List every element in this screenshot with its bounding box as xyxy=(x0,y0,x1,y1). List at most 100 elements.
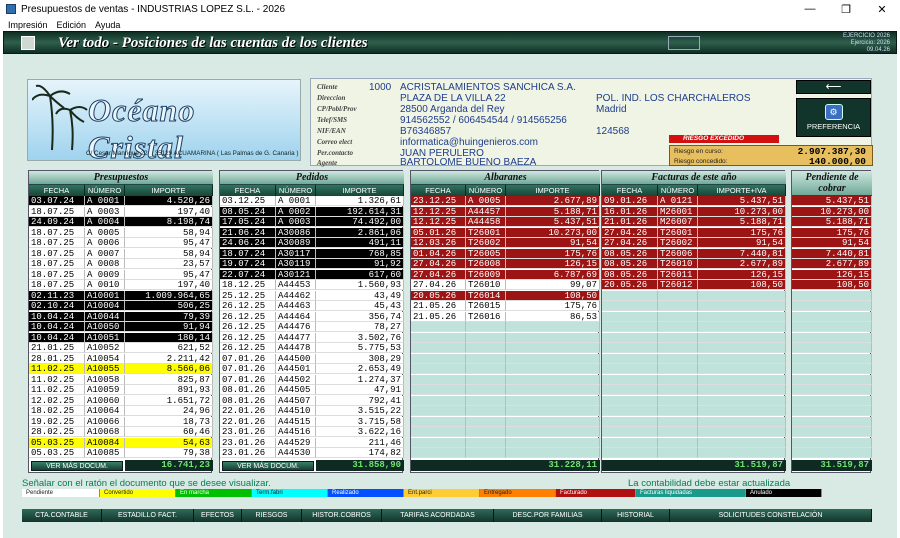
pedidos-cell[interactable]: 07.01.26 xyxy=(220,364,276,374)
pedidos-cell[interactable]: 43,49 xyxy=(316,290,404,301)
facturas-cell[interactable]: 08.05.26 xyxy=(602,248,658,259)
pedidos-cell[interactable]: A44463 xyxy=(276,301,316,311)
presupuestos-cell[interactable]: 11.02.25 xyxy=(29,374,85,385)
pedidos-cell[interactable]: 617,60 xyxy=(316,269,404,280)
facturas-cell[interactable]: 108,50 xyxy=(698,280,786,290)
facturas-cell[interactable]: M26001 xyxy=(658,206,698,217)
btn-desc-por-familias[interactable]: DESC.POR FAMILIAS xyxy=(494,509,602,522)
pedidos-cell[interactable]: 356,74 xyxy=(316,311,404,322)
pedidos-cell[interactable]: A30121 xyxy=(276,269,316,280)
pendiente-cell[interactable]: 91,54 xyxy=(792,238,872,248)
albaranes-cell[interactable]: 175,76 xyxy=(506,248,600,259)
presupuestos-cell[interactable]: A10059 xyxy=(85,385,125,395)
pedidos-cell[interactable]: 26.12.25 xyxy=(220,343,276,353)
albaranes-cell[interactable]: 126,15 xyxy=(506,259,600,269)
presupuestos-cell[interactable]: A10060 xyxy=(85,395,125,406)
pedidos-cell[interactable]: 08.05.24 xyxy=(220,206,276,217)
pedidos-cell[interactable]: 07.01.26 xyxy=(220,374,276,385)
albaranes-cell[interactable]: 05.01.26 xyxy=(411,227,466,238)
presupuestos-cell[interactable]: 03.07.24 xyxy=(29,196,85,206)
presupuestos-cell[interactable]: 28.01.25 xyxy=(29,353,85,364)
presupuestos-cell[interactable]: A 0009 xyxy=(85,269,125,280)
pedidos-cell[interactable]: A30117 xyxy=(276,248,316,259)
facturas-cell[interactable]: T26012 xyxy=(658,280,698,290)
pedidos-cell[interactable]: 19.07.24 xyxy=(220,259,276,269)
presupuestos-cell[interactable]: A10084 xyxy=(85,437,125,448)
client-email[interactable]: informatica@huingenieros.com xyxy=(400,137,538,148)
presupuestos-cell[interactable]: A 0010 xyxy=(85,280,125,290)
presupuestos-cell[interactable]: 28.02.25 xyxy=(29,427,85,437)
btn-historial[interactable]: HISTORIAL xyxy=(602,509,670,522)
presupuestos-cell[interactable]: A10054 xyxy=(85,353,125,364)
presupuestos-cell[interactable]: 1.009.964,65 xyxy=(125,290,213,301)
menu-ayuda[interactable]: Ayuda xyxy=(95,20,120,30)
facturas-cell[interactable]: T26002 xyxy=(658,238,698,248)
pedidos-cell[interactable]: 91,92 xyxy=(316,259,404,269)
albaranes-cell[interactable]: T26009 xyxy=(466,269,506,280)
ver-mas-button[interactable]: VER MÁS DOCUM. xyxy=(222,460,314,471)
pedidos-cell[interactable]: A44462 xyxy=(276,290,316,301)
pendiente-cell[interactable]: 108,50 xyxy=(792,280,872,290)
albaranes-cell[interactable]: 12.12.25 xyxy=(411,206,466,217)
presupuestos-cell[interactable]: 05.03.25 xyxy=(29,448,85,458)
presupuestos-cell[interactable]: 21.01.25 xyxy=(29,343,85,353)
pendiente-cell[interactable]: 10.273,00 xyxy=(792,206,872,217)
presupuestos-cell[interactable]: 180,14 xyxy=(125,332,213,343)
albaranes-cell[interactable]: 12.12.25 xyxy=(411,217,466,227)
presupuestos-cell[interactable]: A10051 xyxy=(85,332,125,343)
pedidos-cell[interactable]: 08.01.26 xyxy=(220,385,276,395)
presupuestos-cell[interactable]: 12.02.25 xyxy=(29,395,85,406)
pedidos-cell[interactable]: 08.01.26 xyxy=(220,395,276,406)
preferencia-button[interactable]: ⚙ PREFERENCIA xyxy=(796,98,871,137)
presupuestos-cell[interactable]: 91,94 xyxy=(125,322,213,332)
albaranes-cell[interactable]: 12.03.26 xyxy=(411,238,466,248)
presupuestos-cell[interactable]: A10050 xyxy=(85,322,125,332)
pedidos-cell[interactable]: 3.502,76 xyxy=(316,332,404,343)
albaranes-cell[interactable]: T26010 xyxy=(466,280,506,290)
pedidos-cell[interactable]: 26.12.25 xyxy=(220,322,276,332)
pedidos-cell[interactable]: 1.274,37 xyxy=(316,374,404,385)
presupuestos-cell[interactable]: A 0008 xyxy=(85,259,125,269)
albaranes-cell[interactable]: 5.437,51 xyxy=(506,217,600,227)
albaranes-cell[interactable]: 108,50 xyxy=(506,290,600,301)
albaranes-cell[interactable]: 86,53 xyxy=(506,311,600,322)
pedidos-cell[interactable]: 23.01.26 xyxy=(220,448,276,458)
albaranes-cell[interactable]: T26002 xyxy=(466,238,506,248)
pedidos-cell[interactable]: 26.12.25 xyxy=(220,332,276,343)
facturas-cell[interactable]: 5.437,51 xyxy=(698,196,786,206)
pendiente-cell[interactable]: 175,76 xyxy=(792,227,872,238)
presupuestos-cell[interactable]: A10085 xyxy=(85,448,125,458)
presupuestos-cell[interactable]: A10001 xyxy=(85,290,125,301)
facturas-cell[interactable]: T26011 xyxy=(658,269,698,280)
presupuestos-cell[interactable]: 02.10.24 xyxy=(29,301,85,311)
albaranes-cell[interactable]: 99,07 xyxy=(506,280,600,290)
pedidos-cell[interactable]: 24.06.24 xyxy=(220,238,276,248)
facturas-cell[interactable]: 09.01.26 xyxy=(602,196,658,206)
presupuestos-cell[interactable]: 23,57 xyxy=(125,259,213,269)
albaranes-cell[interactable]: 23.12.25 xyxy=(411,196,466,206)
btn-tarifas-acordadas[interactable]: TARIFAS ACORDADAS xyxy=(382,509,494,522)
facturas-cell[interactable]: 2.677,89 xyxy=(698,259,786,269)
albaranes-cell[interactable]: 10.273,00 xyxy=(506,227,600,238)
presupuestos-cell[interactable]: 825,87 xyxy=(125,374,213,385)
pendiente-cell[interactable]: 126,15 xyxy=(792,269,872,280)
albaranes-cell[interactable]: T26001 xyxy=(466,227,506,238)
pedidos-cell[interactable]: 03.12.25 xyxy=(220,196,276,206)
presupuestos-cell[interactable]: A 0004 xyxy=(85,217,125,227)
pedidos-cell[interactable]: A44530 xyxy=(276,448,316,458)
presupuestos-cell[interactable]: 58,94 xyxy=(125,227,213,238)
presupuestos-cell[interactable]: 02.11.23 xyxy=(29,290,85,301)
maximize-button[interactable]: ❐ xyxy=(828,3,864,16)
presupuestos-cell[interactable]: 11.02.25 xyxy=(29,364,85,374)
presupuestos-cell[interactable]: A10004 xyxy=(85,301,125,311)
pedidos-cell[interactable]: A44476 xyxy=(276,322,316,332)
pedidos-cell[interactable]: A44502 xyxy=(276,374,316,385)
pedidos-cell[interactable]: 45,43 xyxy=(316,301,404,311)
pedidos-cell[interactable]: 3.515,22 xyxy=(316,406,404,416)
pedidos-cell[interactable]: A30089 xyxy=(276,238,316,248)
pedidos-cell[interactable]: 23.01.26 xyxy=(220,437,276,448)
pedidos-cell[interactable]: A44515 xyxy=(276,416,316,427)
btn-cta-contable[interactable]: CTA.CONTABLE xyxy=(22,509,102,522)
facturas-cell[interactable]: T26010 xyxy=(658,259,698,269)
ver-mas-button[interactable]: VER MÁS DOCUM. xyxy=(31,460,123,471)
